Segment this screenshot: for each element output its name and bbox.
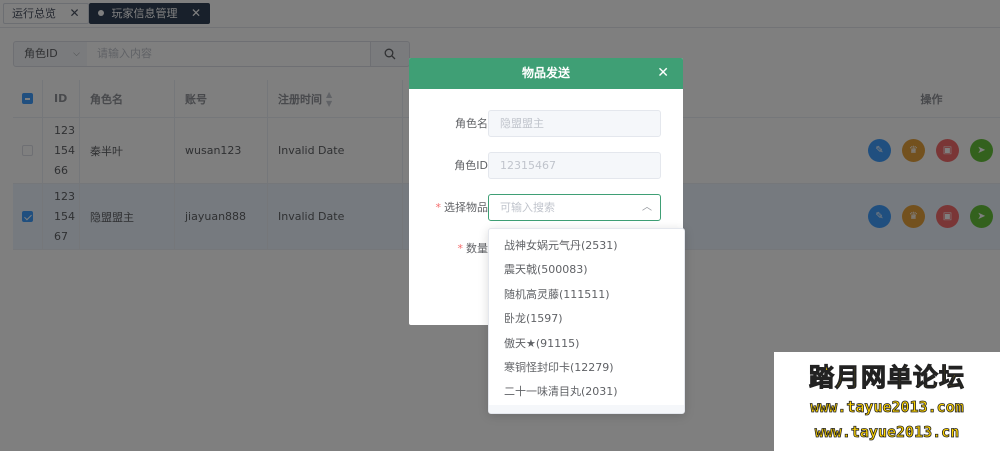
dropdown-option[interactable]: 寒铜怪封印卡(12279) bbox=[489, 356, 684, 380]
chevron-up-icon: ︿ bbox=[642, 202, 652, 213]
close-icon[interactable]: ✕ bbox=[657, 58, 669, 89]
role-name-field: 隐盟盟主 bbox=[488, 110, 661, 137]
dropdown-option-partial[interactable] bbox=[489, 405, 684, 413]
quantity-label-text: 数量 bbox=[466, 242, 488, 255]
dropdown-option[interactable]: 震天戟(500083) bbox=[489, 258, 684, 282]
required-mark: * bbox=[457, 242, 464, 255]
form-row-item: * 选择物品 可输入搜索 ︿ bbox=[409, 194, 683, 221]
watermark-url: www.tayue2013.com bbox=[810, 398, 964, 417]
required-mark: * bbox=[435, 201, 442, 214]
item-select[interactable]: 可输入搜索 ︿ bbox=[488, 194, 661, 221]
watermark-url: www.tayue2013.cn bbox=[814, 423, 960, 442]
role-name-label: 角色名 bbox=[455, 117, 488, 130]
dialog-header: 物品发送 ✕ bbox=[409, 58, 683, 89]
role-id-label: 角色ID bbox=[454, 159, 488, 172]
forum-watermark: 踏月网单论坛 www.tayue2013.com www.tayue2013.c… bbox=[774, 352, 1000, 451]
quantity-label: * 数量 bbox=[458, 235, 489, 262]
item-label: * 选择物品 bbox=[436, 194, 489, 221]
dropdown-option[interactable]: 傲天★(91115) bbox=[489, 332, 684, 356]
watermark-title: 踏月网单论坛 bbox=[808, 363, 965, 393]
item-dropdown: 战神女娲元气丹(2531) 震天戟(500083) 随机高灵藤(111511) … bbox=[488, 228, 685, 414]
form-row-role-id: 角色ID 12315467 bbox=[409, 152, 683, 179]
form-row-role-name: 角色名 隐盟盟主 bbox=[409, 110, 683, 137]
dropdown-option[interactable]: 战神女娲元气丹(2531) bbox=[489, 234, 684, 258]
dropdown-option[interactable]: 二十一味清目丸(2031) bbox=[489, 380, 684, 404]
item-label-text: 选择物品 bbox=[444, 201, 488, 214]
dropdown-option[interactable]: 卧龙(1597) bbox=[489, 307, 684, 331]
role-id-field: 12315467 bbox=[488, 152, 661, 179]
dialog-title: 物品发送 bbox=[521, 66, 570, 80]
item-select-placeholder: 可输入搜索 bbox=[500, 201, 555, 214]
dropdown-option[interactable]: 随机高灵藤(111511) bbox=[489, 283, 684, 307]
